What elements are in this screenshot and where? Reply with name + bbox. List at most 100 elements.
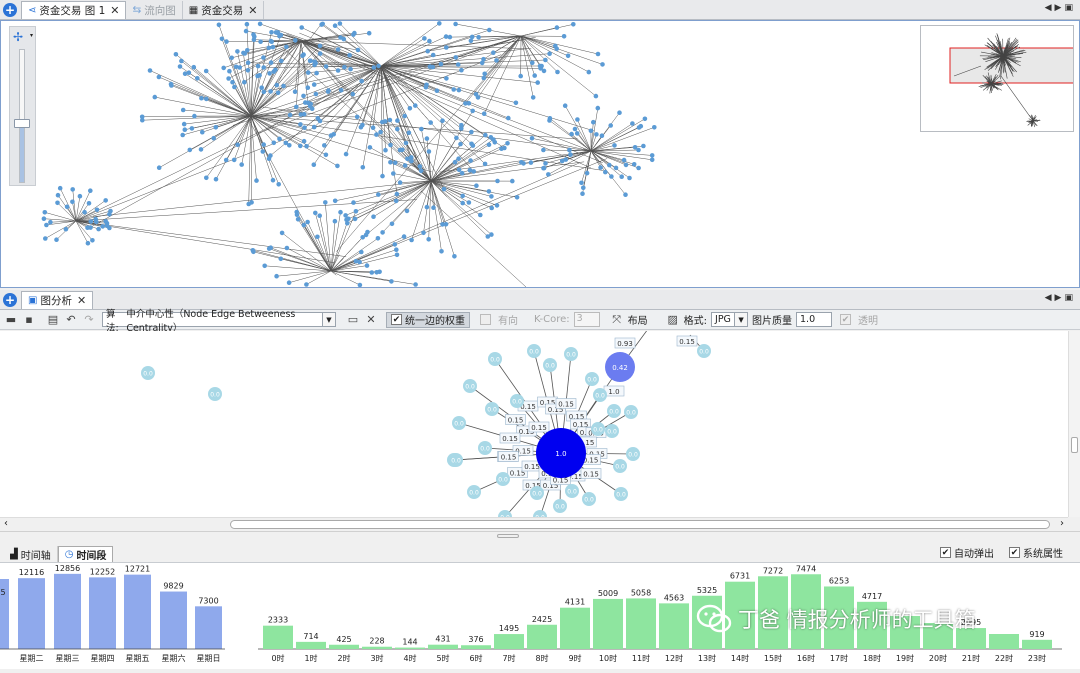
scroll-thumb[interactable]	[1071, 437, 1078, 453]
graph-canvas[interactable]: ✢ ▾	[0, 20, 1080, 288]
add-tab-icon[interactable]: +	[3, 293, 17, 307]
graph-node	[457, 88, 462, 93]
timeline-tab-bar: ▟ 时间轴 ◷ 时间段	[0, 546, 1080, 562]
graph-node	[632, 162, 637, 167]
graph-node	[494, 58, 499, 63]
close-icon[interactable]: ✕	[248, 4, 257, 17]
graph-node	[345, 221, 350, 226]
leaf-node-label: 0.0	[699, 349, 709, 356]
graph-node	[48, 220, 53, 225]
open-folder-icon[interactable]: ▬	[4, 313, 18, 327]
graph-node	[562, 34, 567, 39]
tab-graph-analysis[interactable]: ▣ 图分析 ✕	[21, 291, 93, 309]
system-attr-checkbox[interactable]: ✔	[1009, 547, 1020, 558]
graph-node	[585, 171, 590, 176]
splitter-grip[interactable]	[497, 534, 519, 538]
graph-node	[476, 35, 481, 40]
zoom-slider-handle[interactable]	[14, 119, 30, 128]
graph-node	[569, 132, 574, 137]
graph-node	[419, 127, 424, 132]
graph-node	[351, 92, 356, 97]
tab-nav-arrows[interactable]: ◀▶▣	[1045, 293, 1076, 303]
zoom-track[interactable]	[19, 49, 25, 183]
horizontal-scrollbar[interactable]: ‹ ›	[0, 517, 1068, 531]
graph-node	[357, 260, 362, 265]
chevron-down-icon[interactable]: ▼	[322, 313, 335, 326]
hour-bar	[626, 598, 656, 649]
add-tab-icon[interactable]: +	[3, 3, 17, 17]
vertical-scrollbar[interactable]	[1068, 331, 1080, 517]
graph-node	[380, 174, 385, 179]
chevron-down-icon[interactable]: ▼	[734, 313, 747, 326]
tab-nav-arrows[interactable]: ◀▶▣	[1045, 3, 1076, 13]
graph-overview[interactable]	[920, 25, 1074, 132]
graph-node	[427, 39, 432, 44]
centrality-canvas[interactable]: 0.150.150.150.150.150.150.150.150.150.15…	[0, 331, 1080, 517]
flow-icon: ⇆	[132, 4, 141, 16]
layout-icon[interactable]: ⤧	[610, 313, 624, 327]
tab-fund-graph[interactable]: ⋖ 资金交易 图 1 ✕	[21, 1, 126, 19]
tab-timeline[interactable]: ▟ 时间轴	[4, 546, 58, 562]
save-icon[interactable]: ▪	[22, 313, 36, 327]
tab-time-period[interactable]: ◷ 时间段	[58, 546, 114, 562]
weekday-bar	[18, 578, 45, 649]
export-icon[interactable]: ▤	[46, 313, 60, 327]
graph-node	[272, 141, 277, 146]
auto-popup-checkbox[interactable]: ✔	[940, 547, 951, 558]
hour-tick-label: 15时	[764, 653, 782, 663]
graph-node	[70, 187, 75, 192]
graph-node	[518, 74, 523, 79]
graph-node	[204, 69, 209, 74]
graph-node	[199, 96, 204, 101]
scroll-right-icon[interactable]: ›	[1060, 518, 1064, 529]
edge-label: 0.15	[502, 435, 518, 443]
graph-node	[371, 214, 376, 219]
format-select[interactable]: JPG ▼	[711, 312, 748, 327]
close-icon[interactable]: ✕	[77, 294, 86, 307]
unify-weight-checkbox[interactable]: ✔	[391, 314, 402, 325]
hour-bar	[461, 645, 491, 649]
graph-node	[393, 242, 398, 247]
graph-node	[403, 114, 408, 119]
unify-weight-toggle[interactable]: ✔ 统一边的权重	[386, 312, 470, 328]
clear-icon[interactable]: ✕	[364, 313, 378, 327]
graph-node	[391, 171, 396, 176]
transparent-checkbox[interactable]: ✔	[840, 314, 851, 325]
graph-node	[245, 22, 250, 27]
weekday-tick-label: 星期日	[197, 654, 221, 663]
graph-node	[510, 179, 515, 184]
hour-tick-label: 16时	[797, 653, 815, 663]
directed-checkbox[interactable]	[480, 314, 491, 325]
tab-flow-graph[interactable]: ⇆ 流向图	[126, 1, 182, 19]
graph-node	[491, 50, 496, 55]
hour-bar-value: 4563	[664, 593, 684, 602]
undo-icon[interactable]: ↶	[64, 313, 78, 327]
graph-node	[563, 103, 568, 108]
close-icon[interactable]: ✕	[110, 4, 119, 17]
edge-label: 0.15	[508, 417, 524, 425]
auto-popup-option[interactable]: ✔ 自动弹出	[940, 545, 994, 560]
network-graph[interactable]	[1, 21, 1079, 287]
graph-node	[468, 158, 473, 163]
algorithm-select[interactable]: 算法: 中介中心性（Node Edge Betweeness Centralit…	[102, 312, 336, 327]
tab-fund-table[interactable]: ▦ 资金交易 ✕	[183, 1, 265, 19]
graph-node	[543, 161, 548, 166]
fit-view-icon[interactable]: ✢	[13, 30, 23, 44]
graph-node	[487, 142, 492, 147]
scroll-thumb[interactable]	[230, 520, 1050, 529]
graph-node	[463, 101, 468, 106]
chevron-down-icon[interactable]: ▾	[30, 32, 33, 39]
graph-node	[254, 178, 259, 183]
quality-input[interactable]: 1.0	[796, 312, 832, 327]
splitter[interactable]	[0, 531, 1080, 545]
leaf-node-label: 0.0	[607, 429, 617, 436]
weekday-tick-label: 星期二	[20, 654, 44, 663]
centrality-graph[interactable]: 0.150.150.150.150.150.150.150.150.150.15…	[0, 331, 1068, 517]
layout-button[interactable]: 布局	[628, 312, 648, 327]
hour-tick-label: 18时	[863, 653, 881, 663]
run-icon[interactable]: ▭	[346, 313, 360, 327]
scroll-left-icon[interactable]: ‹	[4, 518, 8, 529]
system-attr-option[interactable]: ✔ 系统属性	[1009, 545, 1063, 560]
redo-icon[interactable]: ↷	[82, 313, 96, 327]
kcore-input[interactable]: 3	[574, 312, 600, 327]
